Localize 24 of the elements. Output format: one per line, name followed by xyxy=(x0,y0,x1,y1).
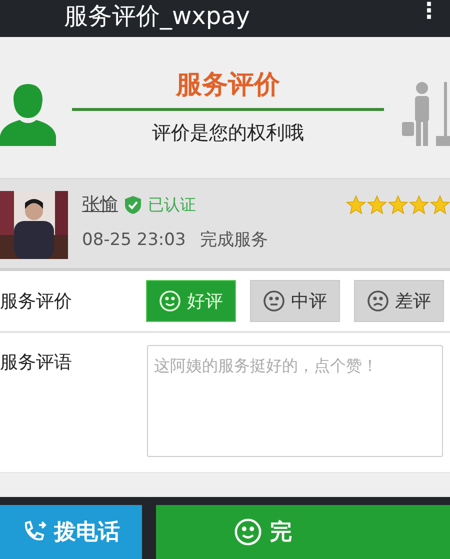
rating-button[interactable]: 差评 xyxy=(354,280,444,322)
app-title: 服务评价_wxpay xyxy=(64,1,250,31)
star-icon xyxy=(388,195,408,215)
comment-label: 服务评语 xyxy=(0,351,73,375)
star-icon xyxy=(409,195,429,215)
neutral-face-icon xyxy=(263,290,285,312)
banner-title: 服务评价 xyxy=(176,68,280,102)
smiley-icon xyxy=(234,518,262,546)
sad-face-icon xyxy=(367,290,389,312)
worker-name[interactable]: 张愉 xyxy=(82,191,118,218)
service-time: 08-25 23:03 xyxy=(82,229,186,252)
star-icon xyxy=(367,195,387,215)
smiley-icon xyxy=(159,290,181,312)
menu-button[interactable]: ⋮ xyxy=(418,0,440,24)
rating-button[interactable]: 中评 xyxy=(250,280,340,322)
service-status: 完成服务 xyxy=(200,229,268,252)
star-icon xyxy=(346,195,366,215)
comment-field[interactable]: 这阿姨的服务挺好的，点个赞！ xyxy=(147,345,443,457)
banner-subtitle: 评价是您的权利哦 xyxy=(152,120,304,146)
rating-label: 服务评价 xyxy=(0,290,73,314)
verified-label: 已认证 xyxy=(148,194,196,216)
star-icon xyxy=(430,195,450,215)
person-icon xyxy=(0,82,56,146)
shield-check-icon xyxy=(124,194,142,214)
